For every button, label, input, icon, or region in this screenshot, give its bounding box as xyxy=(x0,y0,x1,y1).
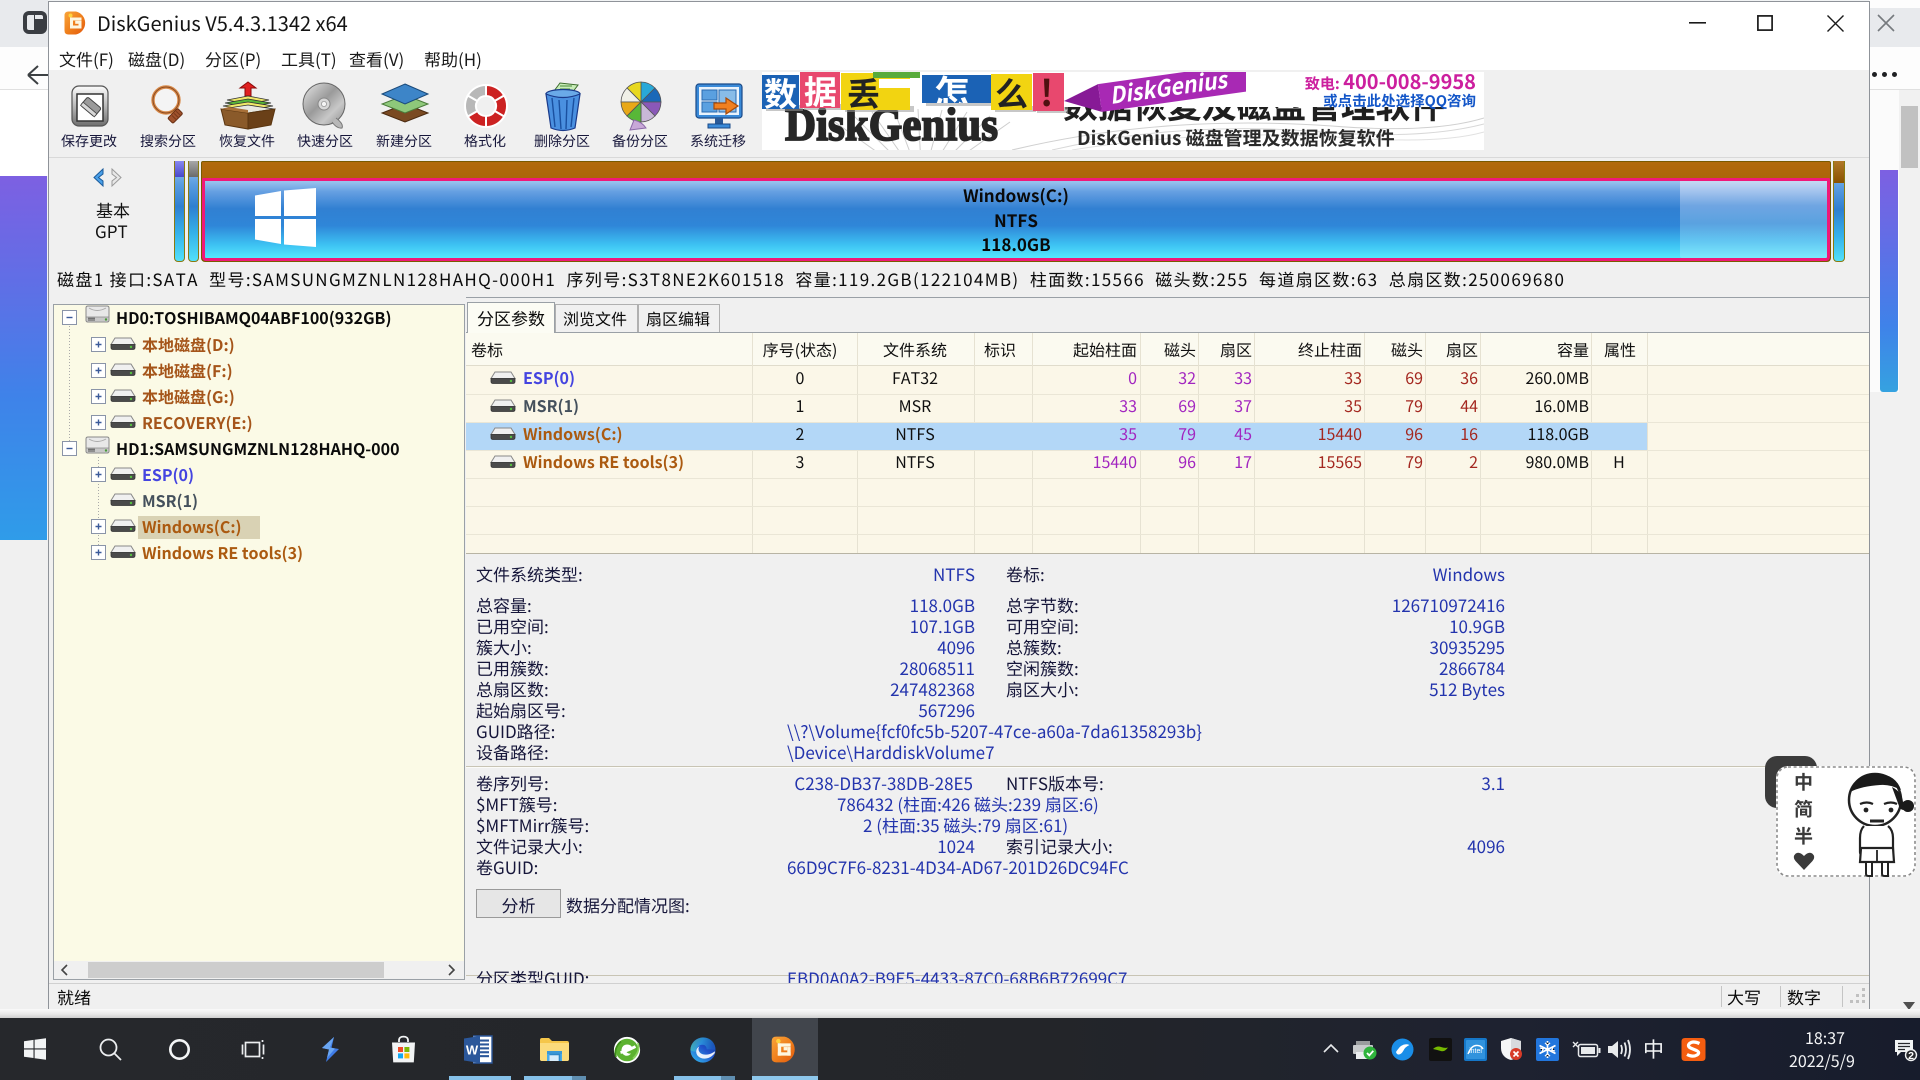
svg-text:据: 据 xyxy=(804,72,837,114)
svg-text:W: W xyxy=(466,1043,479,1058)
svg-text:intel: intel xyxy=(1469,1048,1482,1055)
svg-text:或点击此处选择QQ咨询: 或点击此处选择QQ咨询 xyxy=(1323,90,1476,111)
svg-text:数: 数 xyxy=(764,72,797,116)
svg-text:丢: 丢 xyxy=(847,72,880,116)
svg-text:么: 么 xyxy=(995,72,1028,116)
svg-text:!: ! xyxy=(1040,72,1053,117)
svg-text:2: 2 xyxy=(1908,1050,1914,1062)
